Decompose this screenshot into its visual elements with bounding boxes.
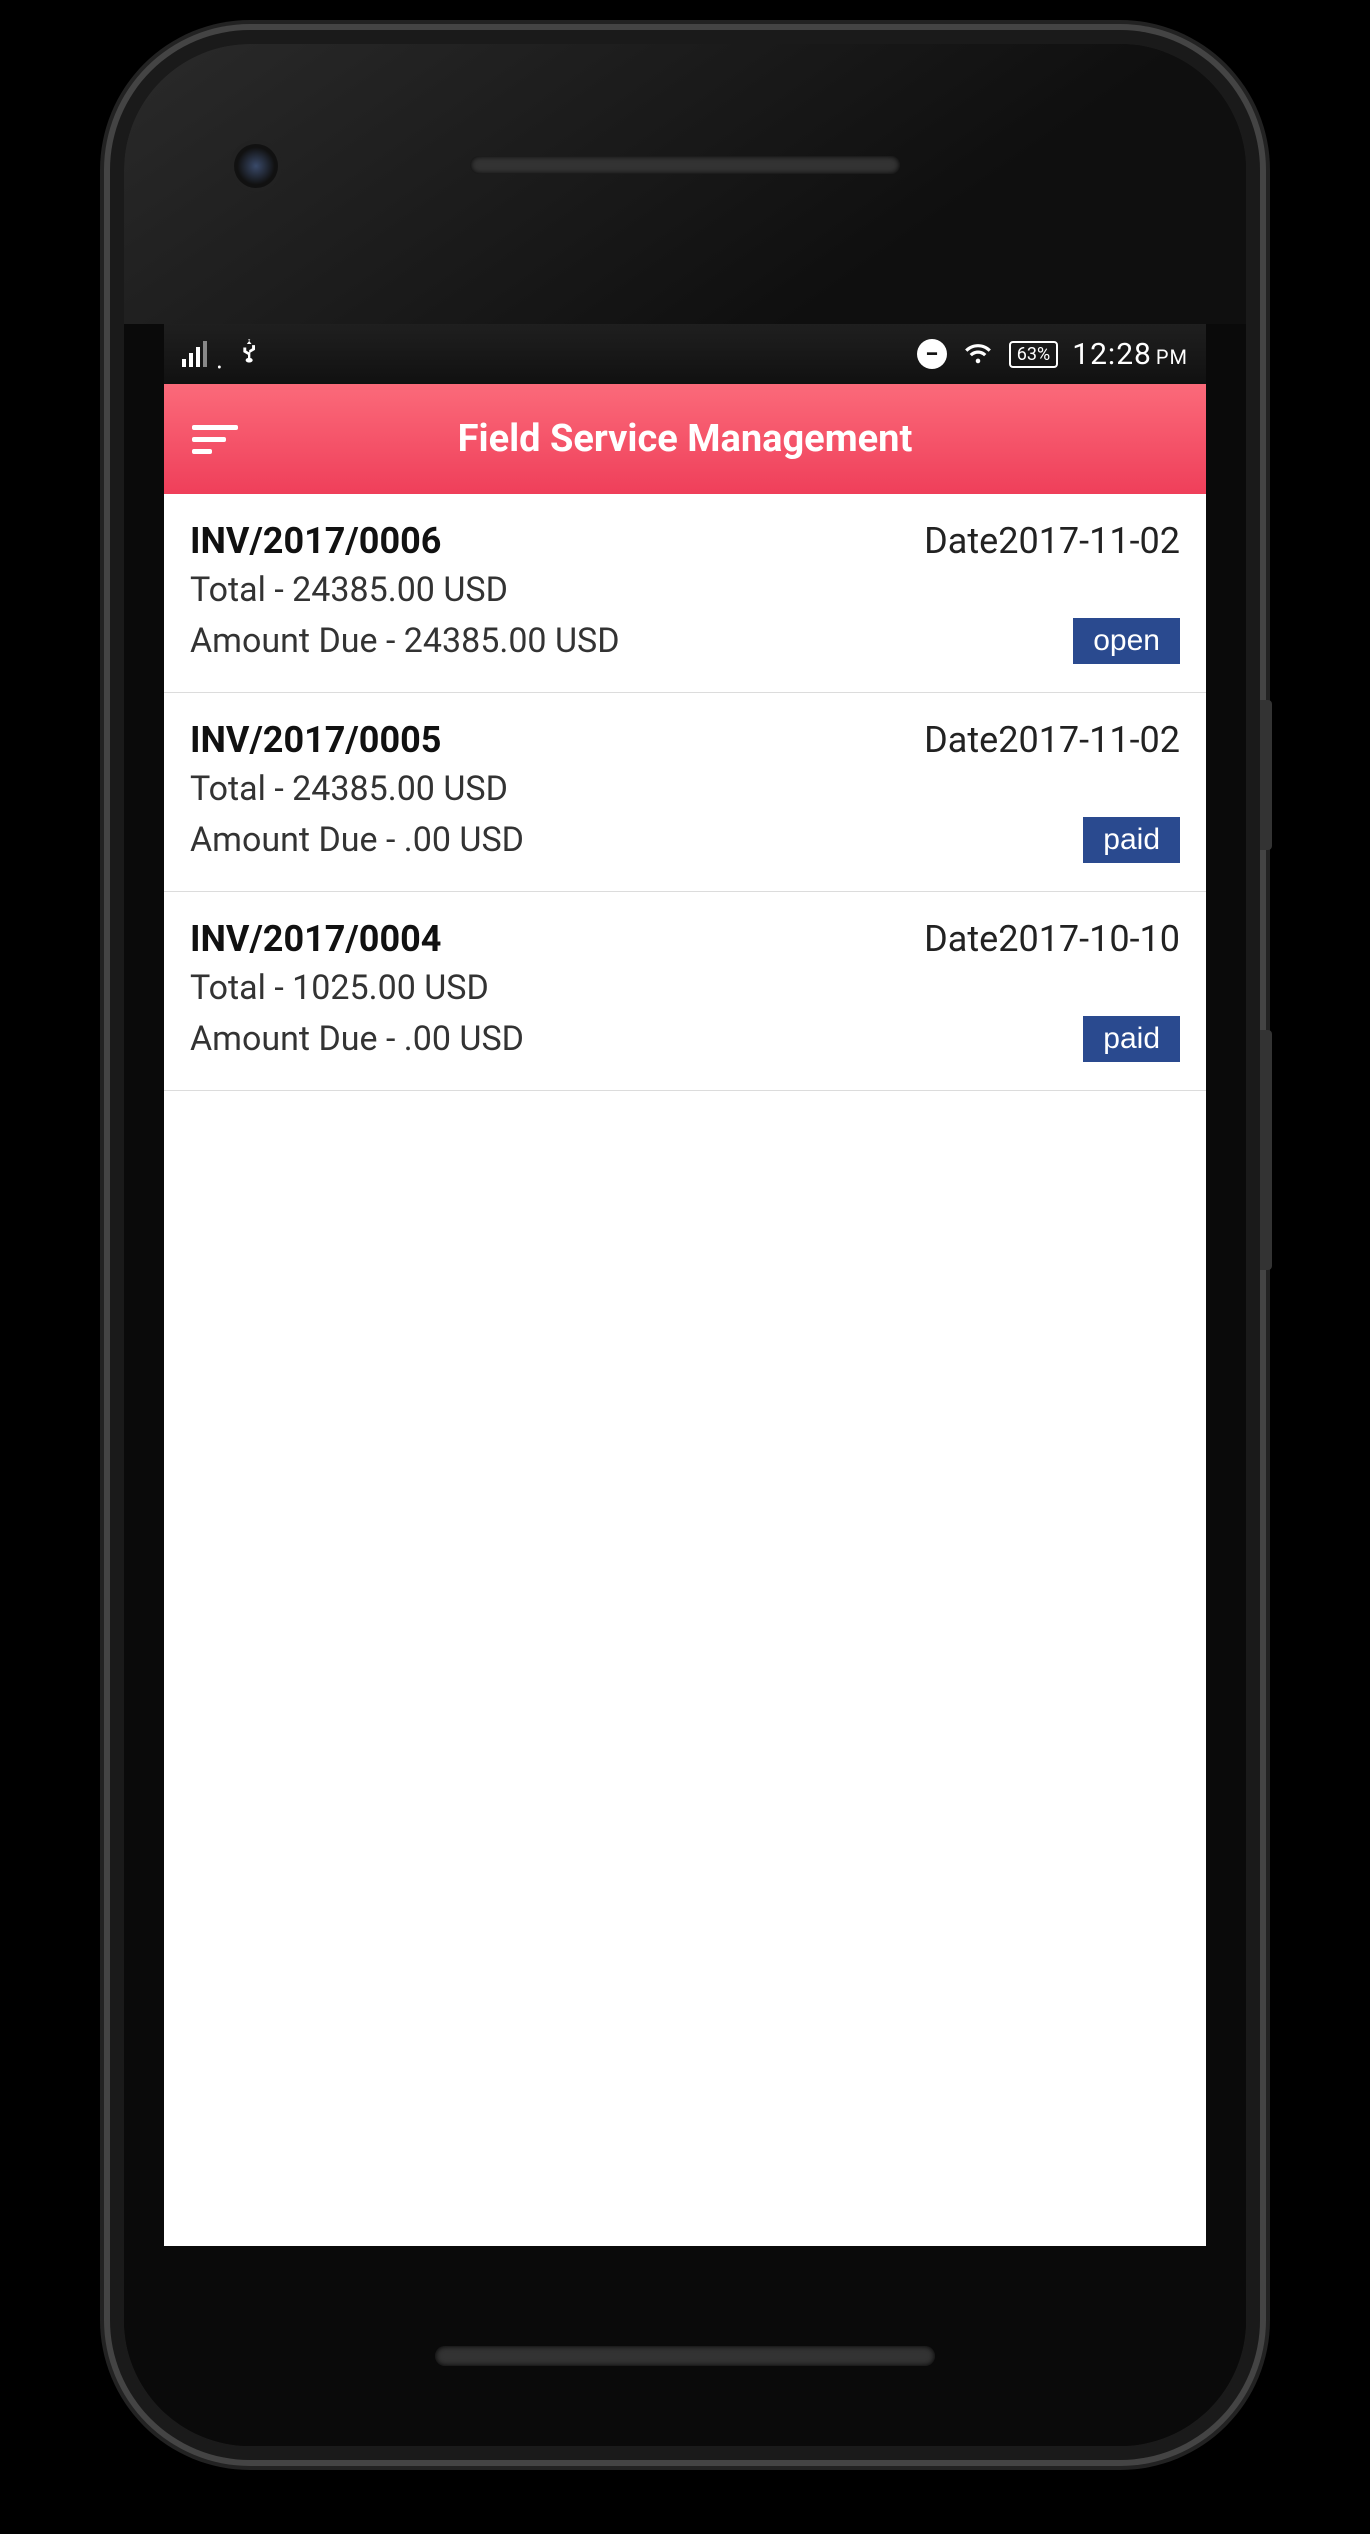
wifi-icon [961,337,995,371]
status-right: − 63% 12:28PM [917,337,1188,372]
invoice-number: INV/2017/0004 [190,918,441,960]
clock-suffix: PM [1156,345,1188,369]
app-header: Field Service Management [164,384,1206,494]
invoice-number: INV/2017/0005 [190,719,441,761]
list-item[interactable]: INV/2017/0005 Date2017-11-02 Total - 243… [164,693,1206,892]
status-badge[interactable]: open [1073,618,1180,664]
invoice-list: INV/2017/0006 Date2017-11-02 Total - 243… [164,494,1206,1091]
phone-side-button [1260,700,1272,850]
phone-top-bezel [124,44,1246,324]
invoice-date: Date2017-11-02 [924,719,1180,761]
speaker-icon [435,2346,935,2366]
usb-icon [234,337,262,372]
invoice-amount-due: Amount Due - 24385.00 USD [190,621,620,661]
invoice-date: Date2017-11-02 [924,520,1180,562]
list-item[interactable]: INV/2017/0004 Date2017-10-10 Total - 102… [164,892,1206,1091]
status-badge[interactable]: paid [1083,1016,1180,1062]
invoice-total: Total - 1025.00 USD [190,968,1180,1008]
clock-time: 12:28 [1072,337,1152,372]
phone-side-button [1260,1030,1272,1270]
app-title: Field Service Management [192,417,1178,461]
signal-icon [182,341,207,367]
phone-frame: • − 63% 12:28PM [110,30,1260,2460]
status-bar: • − 63% 12:28PM [164,324,1206,384]
status-clock: 12:28PM [1072,337,1188,372]
phone-inner: • − 63% 12:28PM [124,44,1246,2446]
speaker-icon [470,156,900,174]
status-left: • [182,337,262,372]
invoice-amount-due: Amount Due - .00 USD [190,1019,524,1059]
do-not-disturb-icon: − [917,339,947,369]
list-item[interactable]: INV/2017/0006 Date2017-11-02 Total - 243… [164,494,1206,693]
screen: • − 63% 12:28PM [164,324,1206,2246]
invoice-amount-due: Amount Due - .00 USD [190,820,524,860]
invoice-total: Total - 24385.00 USD [190,769,1180,809]
invoice-total: Total - 24385.00 USD [190,570,1180,610]
invoice-number: INV/2017/0006 [190,520,441,562]
signal-dot-icon: • [217,364,222,372]
camera-icon [234,144,278,188]
invoice-date: Date2017-10-10 [924,918,1180,960]
status-badge[interactable]: paid [1083,817,1180,863]
phone-bottom-bezel [124,2246,1246,2446]
battery-icon: 63% [1009,341,1058,368]
